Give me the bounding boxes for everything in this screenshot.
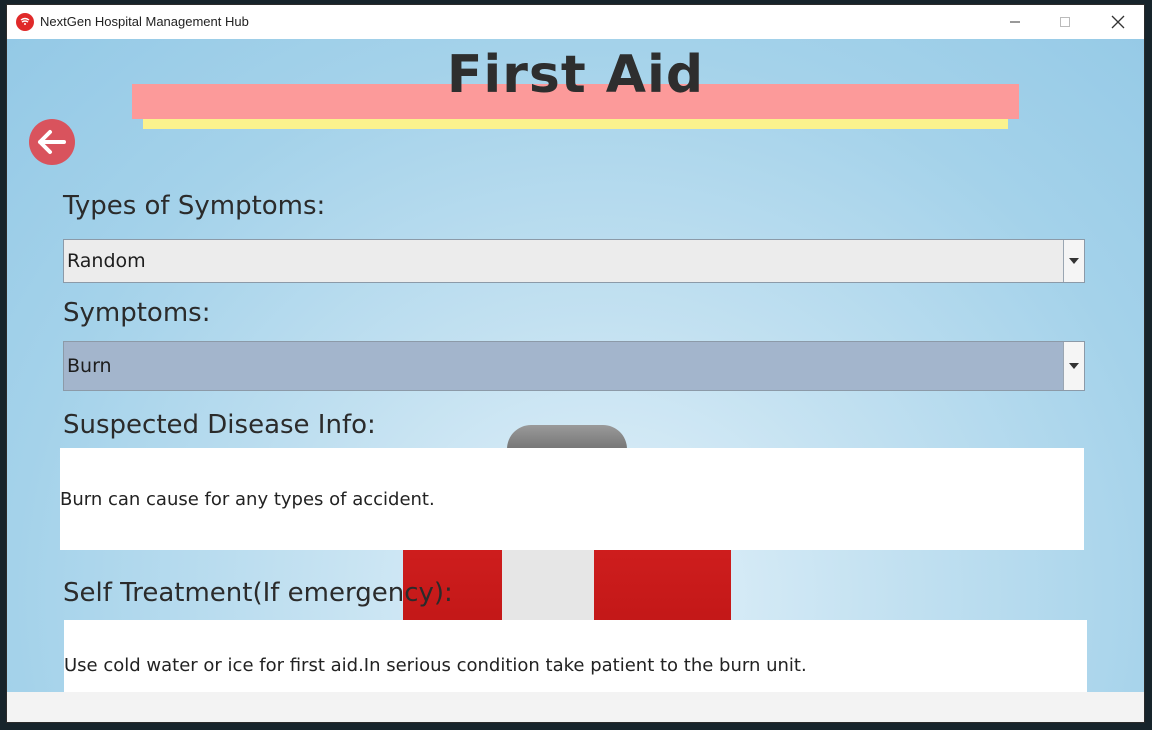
- chevron-down-icon[interactable]: [1063, 240, 1084, 282]
- app-logo-icon: [16, 13, 34, 31]
- disease-info-label: Suspected Disease Info:: [63, 410, 376, 440]
- page-title: First Aid: [446, 45, 705, 105]
- disease-info-textbox[interactable]: Burn can cause for any types of accident…: [60, 448, 1084, 550]
- title-bar: NextGen Hospital Management Hub: [7, 5, 1144, 39]
- window-title: NextGen Hospital Management Hub: [40, 14, 249, 29]
- app-window: NextGen Hospital Management Hub First Ai…: [7, 5, 1144, 722]
- symptom-label: Symptoms:: [63, 298, 211, 328]
- back-button[interactable]: [29, 119, 75, 165]
- symptom-type-value: Random: [67, 250, 146, 272]
- symptom-value: Burn: [67, 355, 112, 377]
- self-treatment-text: Use cold water or ice for first aid.In s…: [64, 654, 807, 676]
- self-treatment-label: Self Treatment(If emergency):: [63, 578, 453, 608]
- minimize-button[interactable]: [992, 5, 1038, 39]
- main-content: First Aid Types of Symptoms: Random Symp…: [7, 39, 1144, 692]
- symptom-dropdown[interactable]: Burn: [63, 341, 1085, 391]
- arrow-left-icon: [38, 130, 66, 154]
- symptom-type-dropdown[interactable]: Random: [63, 239, 1085, 283]
- first-aid-cross: [502, 549, 594, 629]
- chevron-down-icon[interactable]: [1063, 342, 1084, 390]
- maximize-button[interactable]: [1042, 5, 1088, 39]
- disease-info-text: Burn can cause for any types of accident…: [60, 488, 435, 510]
- close-button[interactable]: [1095, 5, 1141, 39]
- bottom-strip: [7, 692, 1144, 722]
- self-treatment-textbox[interactable]: Use cold water or ice for first aid.In s…: [64, 620, 1087, 692]
- symptom-type-label: Types of Symptoms:: [63, 191, 326, 221]
